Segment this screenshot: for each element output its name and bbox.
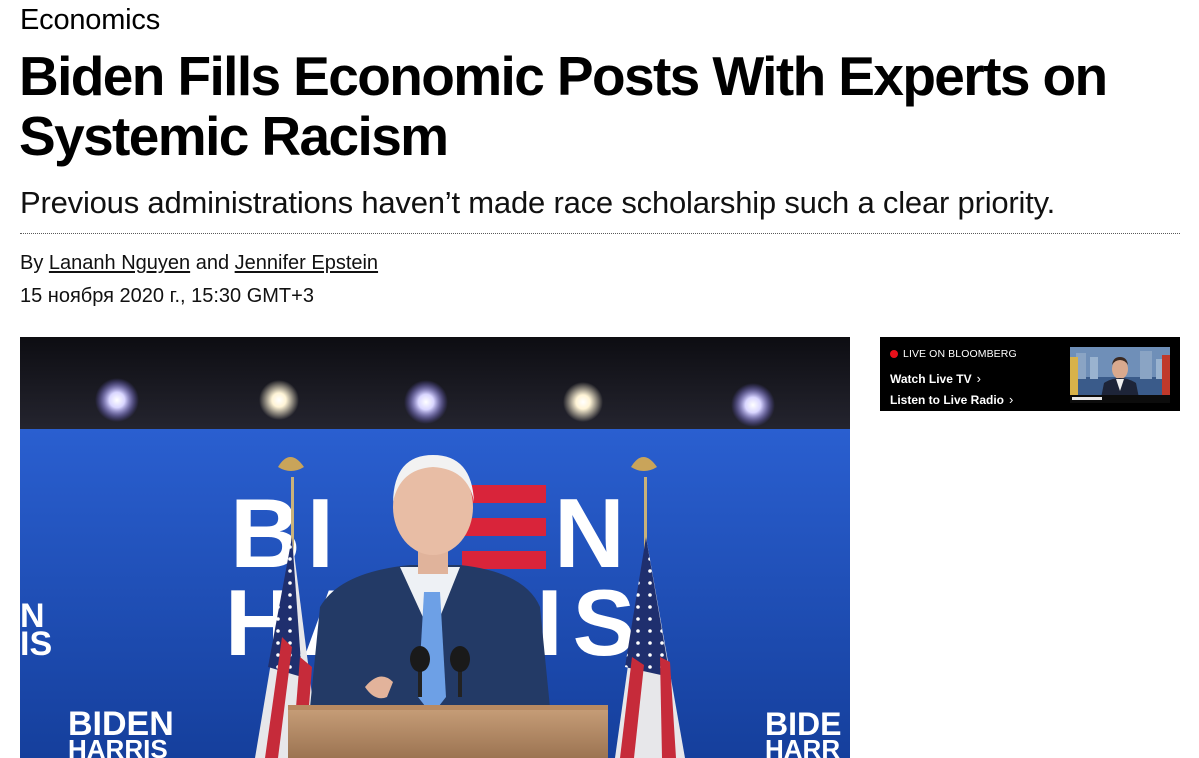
byline-prefix: By: [20, 252, 44, 274]
byline: By Lananh Nguyen and Jennifer Epstein: [20, 252, 378, 275]
watch-live-tv-label: Watch Live TV: [890, 372, 972, 386]
live-tv-thumbnail[interactable]: [1070, 347, 1170, 403]
article-headline: Biden Fills Economic Posts With Experts …: [19, 45, 1108, 167]
live-label-text: LIVE ON BLOOMBERG: [903, 348, 1017, 360]
author-link[interactable]: Jennifer Epstein: [235, 252, 378, 274]
chevron-right-icon: ›: [976, 371, 981, 386]
section-label[interactable]: Economics: [20, 4, 160, 37]
watch-live-tv-link[interactable]: Watch Live TV ›: [890, 371, 981, 386]
listen-live-radio-link[interactable]: Listen to Live Radio ›: [890, 392, 1013, 407]
live-tv-thumbnail-image: [1070, 347, 1170, 403]
svg-text:IS: IS: [20, 625, 52, 663]
hero-photo: BI N HARRIS N IS BIDEN HARRIS BIDE HARR: [20, 337, 850, 758]
author-link[interactable]: Lananh Nguyen: [49, 252, 190, 274]
publish-timestamp: 15 ноября 2020 г., 15:30 GMT+3: [20, 285, 314, 307]
live-on-bloomberg-widget: LIVE ON BLOOMBERG Watch Live TV › Listen …: [880, 337, 1180, 411]
hero-image: BI N HARRIS N IS BIDEN HARRIS BIDE HARR: [20, 337, 850, 758]
divider: [20, 233, 1180, 234]
article-dek: Previous administrations haven’t made ra…: [20, 185, 1056, 220]
chevron-right-icon: ›: [1009, 392, 1014, 407]
live-label: LIVE ON BLOOMBERG: [890, 348, 1017, 360]
listen-live-radio-label: Listen to Live Radio: [890, 393, 1005, 407]
svg-text:HARRIS: HARRIS: [68, 734, 168, 758]
byline-conjunction: and: [195, 252, 230, 274]
svg-text:HARR: HARR: [765, 734, 840, 758]
live-dot-icon: [890, 350, 898, 358]
